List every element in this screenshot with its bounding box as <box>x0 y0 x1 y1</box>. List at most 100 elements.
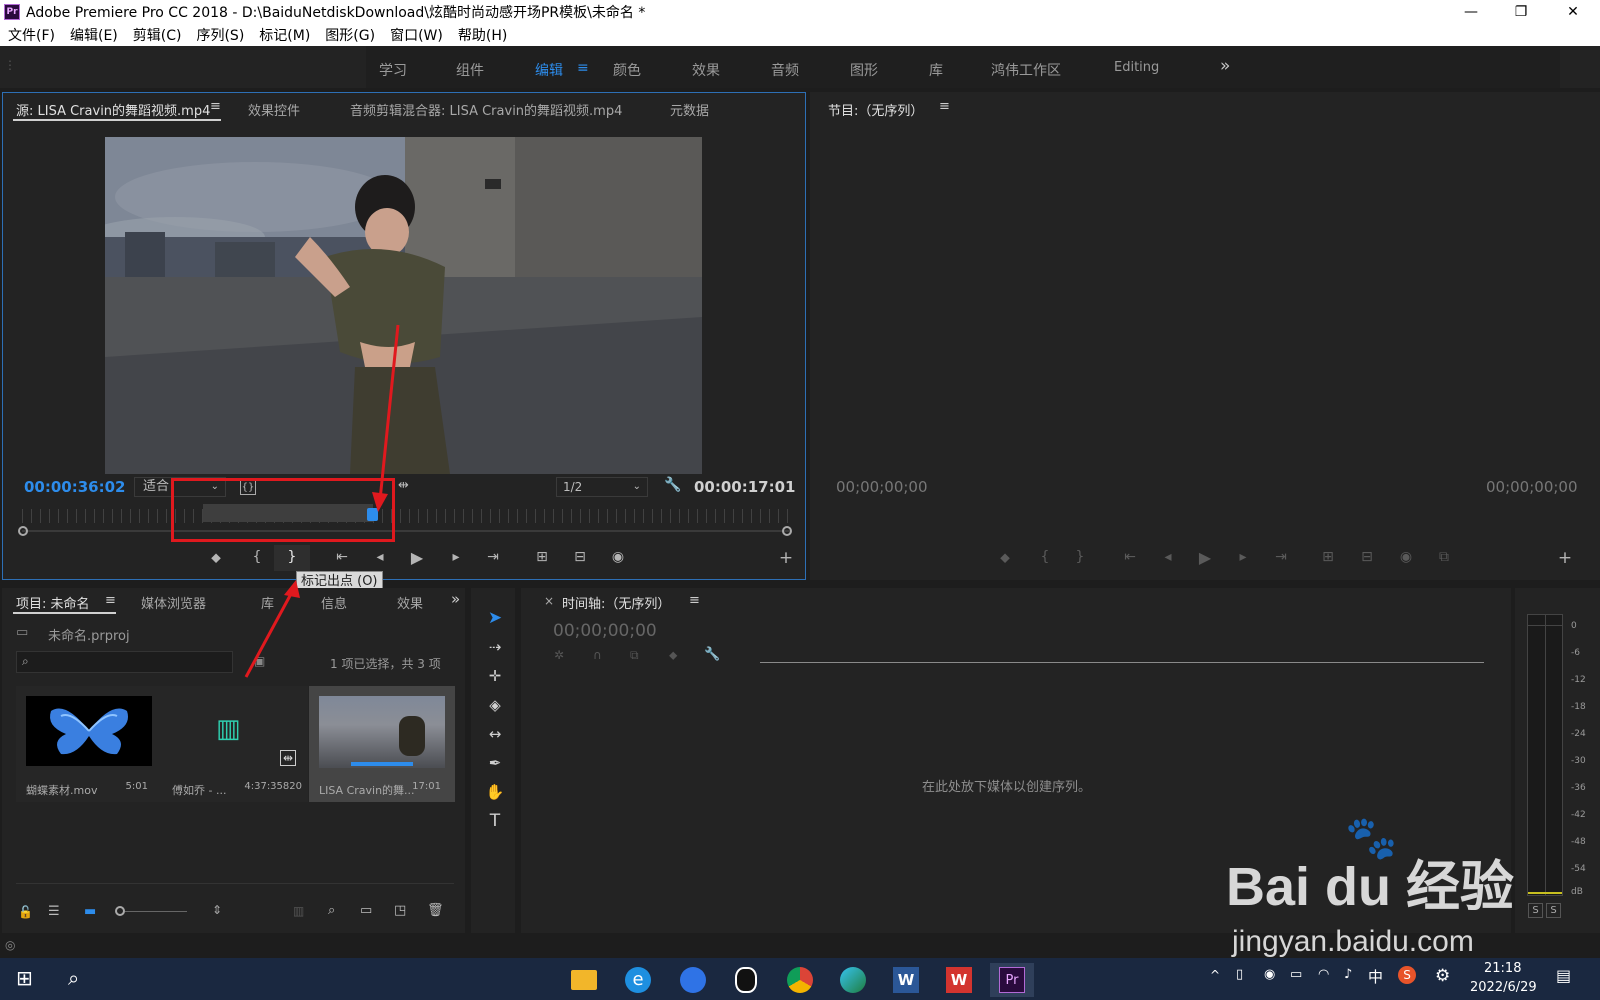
icon-view-icon[interactable]: ▬ <box>84 904 96 919</box>
mark-out-icon[interactable]: } <box>282 549 302 565</box>
menu-help[interactable]: 帮助(H) <box>458 25 507 45</box>
maximize-button[interactable]: ❐ <box>1498 0 1544 24</box>
overwrite-icon[interactable]: ⊟ <box>570 549 590 565</box>
tab-effect-controls[interactable]: 效果控件 <box>248 100 300 119</box>
windows-start-icon[interactable]: ⊞ <box>16 966 33 990</box>
resolution-select[interactable]: 1/2 ⌄ <box>556 477 648 497</box>
ime-indicator[interactable]: 中 <box>1368 966 1383 987</box>
razor-tool-icon[interactable]: ◈ <box>481 692 509 718</box>
tray-overflow-icon[interactable]: ^ <box>1210 968 1220 982</box>
program-current-timecode[interactable]: 00;00;00;00 <box>836 478 928 496</box>
menu-file[interactable]: 文件(F) <box>8 25 55 45</box>
wrench-icon[interactable]: 🔧 <box>704 647 720 662</box>
workspace-menu-icon[interactable]: ≡ <box>577 60 589 76</box>
source-current-timecode[interactable]: 00:00:36:02 <box>24 478 126 496</box>
workspace-audio[interactable]: 音频 <box>771 60 799 80</box>
ripple-edit-tool-icon[interactable]: ✛ <box>481 663 509 689</box>
lock-icon[interactable]: 🔓 <box>18 905 33 919</box>
add-marker-icon[interactable]: ⬥ <box>206 550 226 566</box>
wifi-icon[interactable]: ◠ <box>1318 967 1329 982</box>
qq-tray-icon[interactable]: ◉ <box>1264 967 1275 982</box>
workspace-editing-en[interactable]: Editing <box>1114 60 1159 75</box>
workspace-learn[interactable]: 学习 <box>379 60 407 80</box>
notification-icon[interactable]: ▤ <box>1556 966 1571 985</box>
settings-gear-icon[interactable]: ⚙ <box>1435 966 1450 986</box>
file-explorer-icon[interactable] <box>562 963 606 997</box>
insert-icon[interactable]: ⊞ <box>532 549 552 565</box>
workspace-libraries[interactable]: 库 <box>929 60 943 80</box>
sogou-icon[interactable]: S <box>1398 966 1416 984</box>
step-forward-icon[interactable]: ▸ <box>446 549 466 565</box>
workspace-editing[interactable]: 编辑 <box>535 60 563 80</box>
close-icon[interactable]: × <box>544 594 554 608</box>
workspace-effects[interactable]: 效果 <box>692 60 720 80</box>
step-back-icon[interactable]: ◂ <box>370 549 390 565</box>
workspace-graphics[interactable]: 图形 <box>850 60 878 80</box>
more-tabs-icon[interactable]: » <box>451 590 460 608</box>
qq-icon[interactable] <box>724 963 768 997</box>
workspace-custom[interactable]: 鸿伟工作区 <box>991 60 1061 80</box>
tab-libraries[interactable]: 库 <box>261 593 274 612</box>
hand-tool-icon[interactable]: ✋ <box>481 779 509 805</box>
panel-menu-icon[interactable]: ≡ <box>105 593 116 608</box>
search-app-icon[interactable] <box>671 963 715 997</box>
word-icon[interactable]: W <box>884 963 928 997</box>
edge-icon[interactable] <box>831 963 875 997</box>
add-button-icon[interactable]: + <box>776 548 796 568</box>
find-icon[interactable]: ⌕ <box>328 903 335 918</box>
tab-media-browser[interactable]: 媒体浏览器 <box>141 593 206 612</box>
panel-menu-icon[interactable]: ≡ <box>939 99 950 114</box>
workspace-assembly[interactable]: 组件 <box>456 60 484 80</box>
export-frame-icon[interactable]: ◉ <box>608 549 628 565</box>
panel-menu-icon[interactable]: ≡ <box>689 593 700 608</box>
project-item[interactable]: 蝴蝶素材.mov 5:01 <box>16 686 162 802</box>
more-workspaces-icon[interactable]: » <box>1220 56 1230 76</box>
menu-edit[interactable]: 编辑(E) <box>70 25 118 45</box>
premiere-taskbar-icon[interactable]: Pr <box>990 963 1034 997</box>
slip-tool-icon[interactable]: ↔ <box>481 721 509 747</box>
sort-icon[interactable]: ⇕ <box>212 903 222 917</box>
minimize-button[interactable]: — <box>1448 0 1494 24</box>
pen-tool-icon[interactable]: ✒ <box>481 750 509 776</box>
play-icon[interactable]: ▶ <box>407 548 427 567</box>
ie-browser-icon[interactable]: e <box>616 963 660 997</box>
track-select-tool-icon[interactable]: ⇢ <box>481 634 509 660</box>
menu-marker[interactable]: 标记(M) <box>259 25 310 45</box>
wps-icon[interactable]: W <box>937 963 981 997</box>
menu-graphics[interactable]: 图形(G) <box>325 25 375 45</box>
new-item-icon[interactable]: ◳ <box>394 903 406 918</box>
selection-tool-icon[interactable]: ➤ <box>481 605 509 631</box>
wrench-icon[interactable]: 🔧 <box>664 477 681 493</box>
battery-icon[interactable]: ▭ <box>1290 967 1302 982</box>
add-button-icon[interactable]: + <box>1555 548 1575 568</box>
tab-timeline[interactable]: 时间轴:（无序列） <box>562 593 670 612</box>
zoom-slider-handle[interactable] <box>115 906 125 916</box>
search-icon[interactable]: ⌕ <box>68 966 79 990</box>
project-item-selected[interactable]: LISA Cravin的舞... 17:01 <box>309 686 455 802</box>
menu-clip[interactable]: 剪辑(C) <box>133 25 182 45</box>
project-item[interactable]: ▥ ⇹ 傅如乔 - ... 4:37:35820 <box>162 686 308 802</box>
new-bin-icon[interactable]: ▭ <box>360 903 372 918</box>
workspace-color[interactable]: 颜色 <box>613 60 641 80</box>
list-view-icon[interactable]: ☰ <box>48 904 60 919</box>
usb-icon[interactable]: ▯ <box>1236 967 1243 982</box>
volume-icon[interactable]: ♪ <box>1344 967 1352 982</box>
zoom-slider-track[interactable] <box>125 911 187 912</box>
trash-icon[interactable]: 🗑 <box>427 903 444 918</box>
time-ruler[interactable] <box>22 509 790 523</box>
type-tool-icon[interactable]: T <box>481 808 509 834</box>
tab-effects[interactable]: 效果 <box>397 593 423 612</box>
go-to-out-icon[interactable]: ⇥ <box>483 549 503 565</box>
zoom-handle-left[interactable] <box>18 526 28 536</box>
panel-menu-icon[interactable]: ≡ <box>210 99 221 114</box>
go-to-in-icon[interactable]: ⇤ <box>332 549 352 565</box>
creative-cloud-icon[interactable]: ◎ <box>5 938 15 952</box>
chrome-icon[interactable] <box>778 963 822 997</box>
tab-project[interactable]: 项目: 未命名 <box>16 593 90 612</box>
tab-info[interactable]: 信息 <box>321 593 347 612</box>
timeline-timecode[interactable]: 00;00;00;00 <box>553 621 657 641</box>
zoom-scroll-bar[interactable] <box>22 530 790 532</box>
tab-audio-clip-mixer[interactable]: 音频剪辑混合器: LISA Cravin的舞蹈视频.mp4 <box>350 100 622 119</box>
close-button[interactable]: ✕ <box>1550 0 1596 24</box>
drag-video-icon[interactable]: ⇹ <box>398 478 409 493</box>
